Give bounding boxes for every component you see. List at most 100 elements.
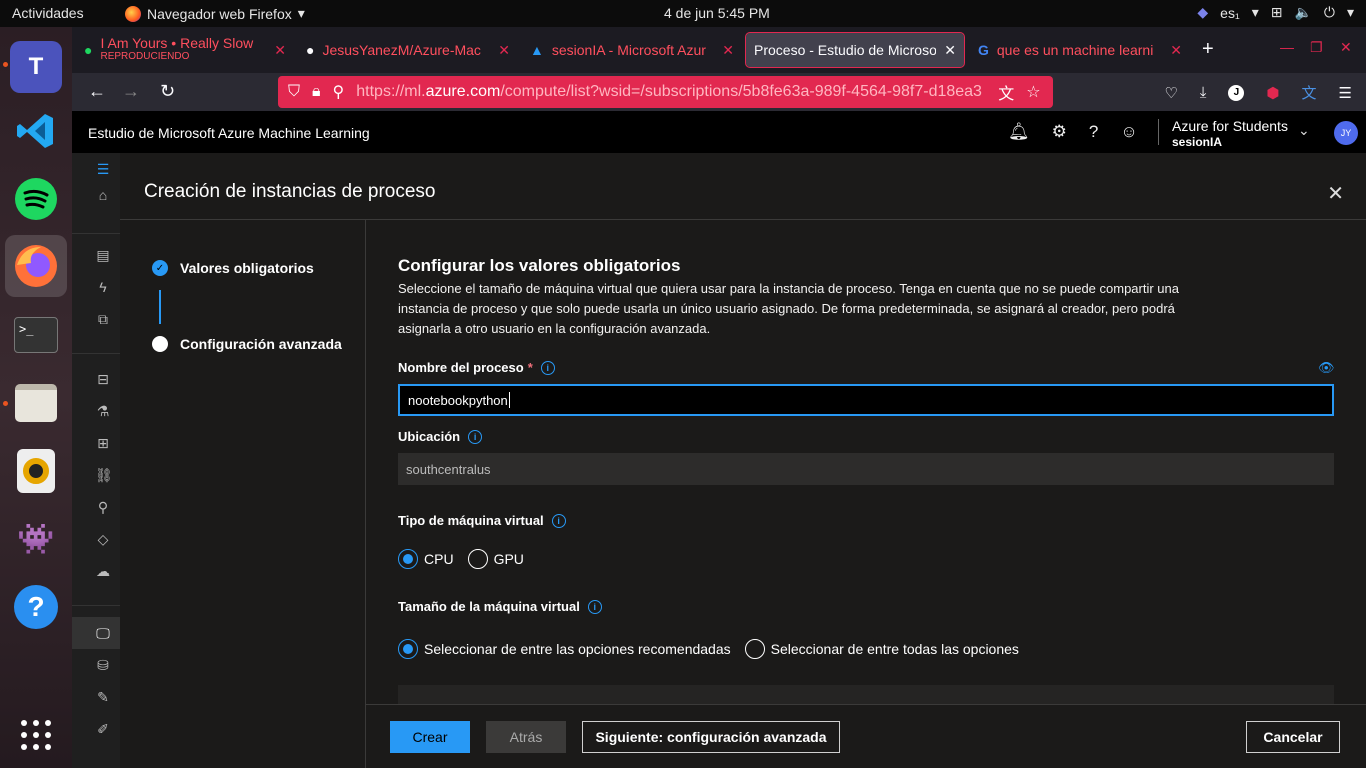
close-icon[interactable]: ✕: [498, 42, 510, 59]
permissions-icon[interactable]: ⚲: [333, 82, 345, 102]
game-controller-icon[interactable]: 👾: [10, 513, 62, 565]
tab-azure-ml[interactable]: Proceso - Estudio de Microso ✕: [745, 32, 965, 68]
shield-icon[interactable]: ⛉: [288, 83, 300, 101]
url-domain: azure.com: [425, 83, 501, 100]
bookmark-star-icon[interactable]: ☆: [1026, 82, 1040, 102]
tab-spotify[interactable]: ● I Am Yours • Really Slow REPRODUCIENDO…: [76, 33, 294, 67]
toolbar-icons: ♡ ⤓ J ⬢ 文 ☰: [1164, 82, 1352, 103]
vscode-icon[interactable]: [10, 105, 62, 157]
firefox-dock-icon[interactable]: [5, 235, 67, 297]
linked-services-icon[interactable]: ✐: [95, 721, 111, 737]
endpoints-icon[interactable]: ⚲: [95, 499, 111, 515]
back-button[interactable]: Atrás: [486, 721, 566, 753]
help-icon[interactable]: ?: [1089, 122, 1098, 142]
info-icon[interactable]: i: [468, 429, 483, 444]
cube-icon[interactable]: ◇: [95, 531, 111, 547]
required-marker: *: [527, 360, 533, 375]
pocket-icon[interactable]: ♡: [1164, 84, 1177, 102]
new-tab-button[interactable]: +: [1202, 38, 1214, 61]
datastore-icon[interactable]: ⛁: [95, 657, 111, 673]
forward-arrow-icon[interactable]: →: [122, 81, 140, 102]
bell-icon[interactable]: 🔔︎: [1008, 122, 1030, 142]
clock[interactable]: 4 de jun 5:45 PM: [664, 5, 770, 21]
next-advanced-button[interactable]: Siguiente: configuración avanzada: [582, 721, 840, 753]
info-icon[interactable]: i: [540, 360, 555, 375]
teams-tray-icon[interactable]: ◆: [1197, 4, 1208, 21]
spotify-icon[interactable]: [10, 173, 62, 225]
keyboard-layout[interactable]: es₁: [1220, 5, 1240, 21]
panel-title: Creación de instancias de proceso: [144, 181, 436, 202]
lock-icon[interactable]: 🔒︎: [312, 83, 321, 101]
compute-icon[interactable]: 🖵: [95, 625, 111, 641]
url-rest: /compute/list?wsid=/subscriptions/5b8fe6…: [500, 83, 982, 100]
close-icon[interactable]: ✕: [1170, 42, 1182, 59]
step-required-values[interactable]: ✓ Valores obligatorios: [152, 260, 314, 276]
chevron-down-icon[interactable]: ⌄: [1298, 122, 1310, 139]
pipelines-icon[interactable]: ⊞: [95, 435, 111, 451]
translator-icon[interactable]: 文: [1302, 82, 1317, 103]
tab-github[interactable]: ● JesusYanezM/Azure-Mac ✕: [298, 33, 518, 67]
home-icon[interactable]: ⌂: [95, 187, 111, 203]
subscription-switcher[interactable]: Azure for Students sesionIA: [1172, 118, 1288, 150]
minimize-icon[interactable]: —: [1280, 39, 1294, 55]
experiments-icon[interactable]: ⚗: [95, 403, 111, 419]
automl-icon[interactable]: ϟ: [95, 279, 111, 295]
url-text[interactable]: https://ml.azure.com/compute/list?wsid=/…: [356, 83, 986, 101]
close-icon[interactable]: ✕: [1327, 181, 1344, 206]
radio-all-options[interactable]: Seleccionar de entre todas las opciones: [744, 639, 1019, 659]
datasets-icon[interactable]: ⊟: [95, 371, 111, 387]
tab-google[interactable]: G que es un machine learni ✕: [970, 33, 1190, 67]
cancel-button[interactable]: Cancelar: [1246, 721, 1340, 753]
files-icon[interactable]: [10, 377, 62, 429]
reload-icon[interactable]: ↻: [160, 81, 175, 102]
terminal-icon[interactable]: >_: [10, 309, 62, 361]
notebook-icon[interactable]: ▤: [95, 247, 111, 263]
smiley-icon[interactable]: ☺: [1120, 122, 1137, 142]
show-apps-icon[interactable]: [10, 709, 62, 761]
vm-size-label: Tamaño de la máquina virtual i: [398, 599, 602, 614]
tab-bar: ● I Am Yours • Really Slow REPRODUCIENDO…: [72, 27, 1366, 73]
divider: [72, 233, 120, 234]
create-button[interactable]: Crear: [390, 721, 470, 753]
labeling-icon[interactable]: ✎: [95, 689, 111, 705]
system-tray[interactable]: ◆ es₁ ▾ ⊞ 🔈 ⏻ ▾: [1197, 4, 1354, 21]
rhythmbox-icon[interactable]: [10, 445, 62, 497]
adblock-icon[interactable]: ⬢: [1266, 84, 1279, 102]
close-window-icon[interactable]: ✕: [1340, 39, 1352, 56]
info-icon[interactable]: i: [587, 599, 602, 614]
process-name-input[interactable]: nootebookpython: [398, 384, 1334, 416]
help-icon[interactable]: ?: [10, 581, 62, 633]
radio-label: Seleccionar de entre todas las opciones: [770, 641, 1019, 657]
menu-icon[interactable]: ☰: [1339, 84, 1352, 102]
extension-j-icon[interactable]: J: [1228, 84, 1245, 101]
models-icon[interactable]: ⛓: [95, 467, 113, 483]
app-menu[interactable]: Navegador web Firefox ▾: [125, 5, 305, 22]
input-value: nootebookpython: [408, 392, 508, 408]
activities-button[interactable]: Actividades: [12, 5, 84, 21]
gear-icon[interactable]: ⚙: [1052, 122, 1067, 142]
close-icon[interactable]: ✕: [722, 42, 734, 59]
tab-azure-portal[interactable]: ▲ sesionIA - Microsoft Azur ✕: [522, 33, 742, 67]
input-value: southcentralus: [406, 461, 491, 477]
designer-icon[interactable]: ⧉: [95, 311, 111, 327]
url-bar[interactable]: ⛉ 🔒︎ ⚲ https://ml.azure.com/compute/list…: [278, 76, 1053, 108]
maximize-icon[interactable]: ❐: [1310, 39, 1323, 56]
radio-recommended[interactable]: Seleccionar de entre las opciones recome…: [398, 639, 731, 659]
brand-title[interactable]: Estudio de Microsoft Azure Machine Learn…: [88, 125, 370, 141]
download-icon[interactable]: ⤓: [1200, 84, 1207, 101]
radio-cpu[interactable]: CPU: [398, 549, 454, 569]
close-icon[interactable]: ✕: [274, 42, 286, 59]
cloud-icon[interactable]: ☁: [95, 563, 111, 579]
avatar[interactable]: JY: [1334, 121, 1358, 145]
eye-icon[interactable]: 👁︎: [1318, 360, 1335, 376]
teams-icon[interactable]: T: [10, 41, 62, 93]
close-icon[interactable]: ✕: [944, 42, 956, 59]
subscription-name: Azure for Students: [1172, 118, 1288, 134]
hamburger-icon[interactable]: ☰: [95, 161, 111, 177]
radio-gpu[interactable]: GPU: [467, 549, 524, 569]
info-icon[interactable]: i: [551, 513, 566, 528]
back-arrow-icon[interactable]: ←: [88, 81, 106, 102]
step-advanced-settings[interactable]: Configuración avanzada: [152, 336, 342, 352]
app-menu-label: Navegador web Firefox: [147, 5, 292, 22]
translate-icon[interactable]: 文: [998, 80, 1014, 104]
